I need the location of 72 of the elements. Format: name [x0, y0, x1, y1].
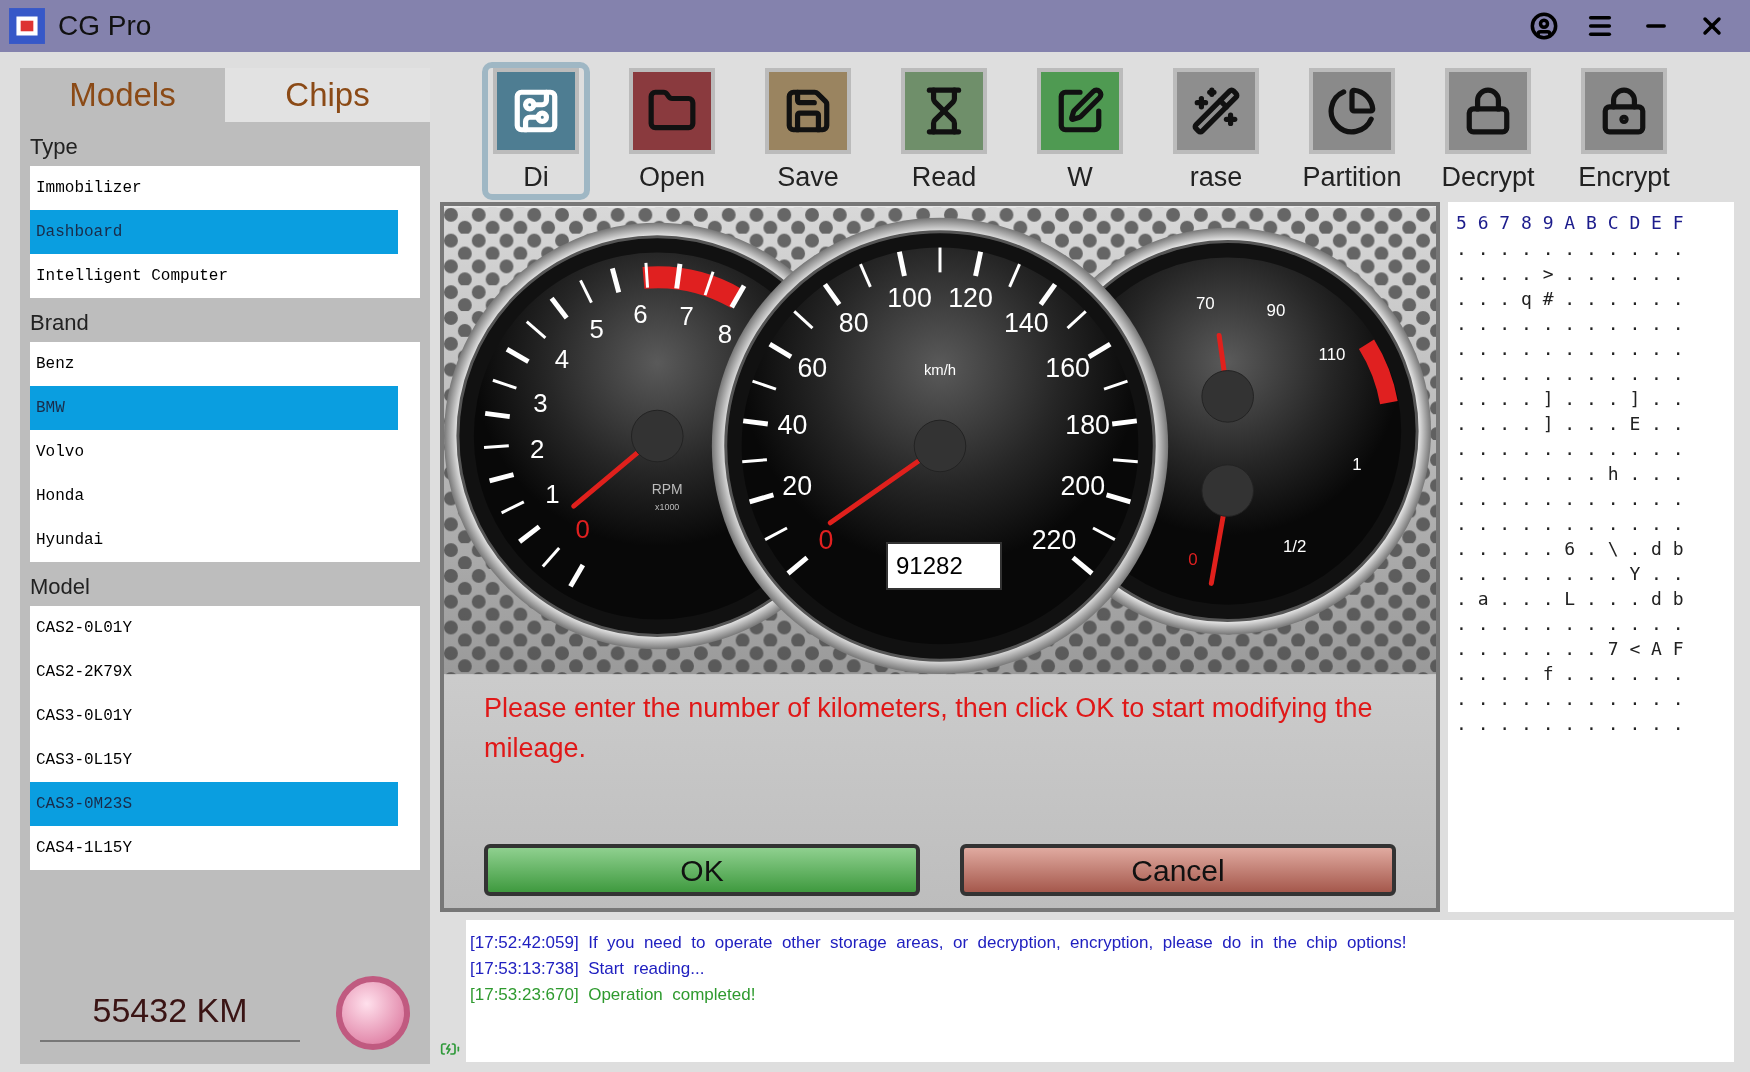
ascii-row-text: . . . . . . . . . . . — [1456, 362, 1685, 386]
ascii-row-text: . . . . ] . . . ] . . — [1456, 387, 1685, 411]
gauge-number: 1 — [1352, 455, 1362, 475]
ascii-row-text: . . . . . . . . . . . — [1456, 712, 1685, 736]
gauge-number: 60 — [797, 352, 828, 383]
gauge-number: 120 — [948, 283, 993, 314]
hot-zone-arc — [1358, 340, 1398, 405]
group-label: Type — [30, 133, 79, 161]
dialog-message: Please enter the number of kilometers, then click OK to start modifying the mileage. — [484, 692, 1374, 765]
gauge-number: 100 — [887, 283, 932, 314]
ascii-row-text: . . . . . . . . . . . — [1456, 312, 1685, 336]
gauge-number: 220 — [1031, 524, 1077, 555]
group-label: Model — [30, 573, 91, 601]
ascii-row-text: . . . . . . . 7 < A F — [1456, 637, 1685, 661]
gauge-number: 2 — [530, 434, 545, 463]
ascii-row-text: . . . . . . . h . . . — [1456, 462, 1685, 486]
ascii-row-text: . . . . . . . . . . . — [1456, 337, 1685, 361]
ascii-row-text: . . . . > . . . . . . — [1456, 262, 1685, 286]
gauge-number: 0 — [818, 524, 834, 555]
gauge-number: 40 — [777, 410, 808, 441]
group-label: Brand — [30, 309, 90, 337]
log-line: [17:53:23:670] Operation completed! — [470, 984, 757, 1006]
gauge-number: 8 — [717, 319, 733, 348]
list-item[interactable]: CAS3-0M23S — [30, 782, 398, 826]
gauge-number: 0 — [1188, 549, 1198, 569]
app-logo-icon — [8, 7, 46, 45]
list-item[interactable]: Dashboard — [30, 210, 398, 254]
log-line: [17:52:42:059] If you need to operate other storage areas, or decryption, encryption, please do in the chip options! — [470, 932, 1408, 954]
gauge-unit: RPM — [651, 481, 683, 498]
ascii-row-text: . a . . . L . . . d b — [1456, 587, 1685, 611]
ascii-row-text: . . . . . . . . . . . — [1456, 237, 1685, 261]
gauge-number: 4 — [554, 345, 570, 374]
gauge-number: 1 — [545, 480, 560, 509]
list-item[interactable]: BMW — [30, 386, 398, 430]
ascii-row-text: . . . q # . . . . . . — [1456, 287, 1685, 311]
gauge-number: 140 — [1004, 307, 1049, 338]
gauge-number: 110 — [1318, 344, 1346, 364]
gauge-number: 80 — [838, 307, 869, 338]
log-line: [17:53:13:738] Start reading... — [470, 958, 706, 980]
ascii-row-text: . . . . . . . . Y . . — [1456, 562, 1685, 586]
gauge-number: 0 — [575, 515, 590, 544]
ascii-row-text: . . . . . 6 . \ . d b — [1456, 537, 1685, 561]
gauge-number: 180 — [1065, 410, 1110, 441]
sidebar-tab[interactable]: Chips — [225, 68, 430, 122]
ascii-row-text: . . . . . . . . . . . — [1456, 612, 1685, 636]
ascii-row-text: . . . . f . . . . . . — [1456, 662, 1685, 686]
gauge-number: 20 — [782, 470, 813, 501]
gauge-number: 70 — [1195, 293, 1215, 313]
pie-chart-icon — [1327, 86, 1377, 136]
gauge-number: 90 — [1266, 300, 1286, 320]
user-icon[interactable] — [1530, 12, 1558, 40]
gauge-number: 5 — [589, 315, 604, 344]
gauge-number: 6 — [633, 300, 648, 328]
hex-column-header: 5 6 7 8 9 A B C D E F — [1456, 211, 1685, 235]
mileage-readout: 55432 KM — [40, 984, 300, 1042]
cancel-button[interactable]: Cancel — [960, 844, 1396, 896]
gauge-number: 7 — [679, 302, 694, 331]
gauge-number: 3 — [533, 388, 548, 417]
gauge-number: 160 — [1045, 352, 1090, 383]
magic-wand-icon — [1191, 86, 1241, 136]
odometer-field[interactable]: 91282 — [886, 542, 1002, 590]
ok-button[interactable]: OK — [484, 844, 920, 896]
gauge-number: 1/2 — [1282, 536, 1307, 556]
ascii-row-text: . . . . . . . . . . . — [1456, 687, 1685, 711]
ascii-row-text: . . . . . . . . . . . — [1456, 487, 1685, 511]
ascii-row-text: . . . . . . . . . . . — [1456, 437, 1685, 461]
window-title: CG Pro — [58, 9, 152, 43]
gauge-unit: x1000 — [655, 501, 680, 512]
ascii-row-text: . . . . ] . . . E . . — [1456, 412, 1685, 436]
gauge-number: 200 — [1060, 470, 1106, 501]
ascii-row-text: . . . . . . . . . . . — [1456, 512, 1685, 536]
gauge-unit: km/h — [923, 362, 957, 379]
